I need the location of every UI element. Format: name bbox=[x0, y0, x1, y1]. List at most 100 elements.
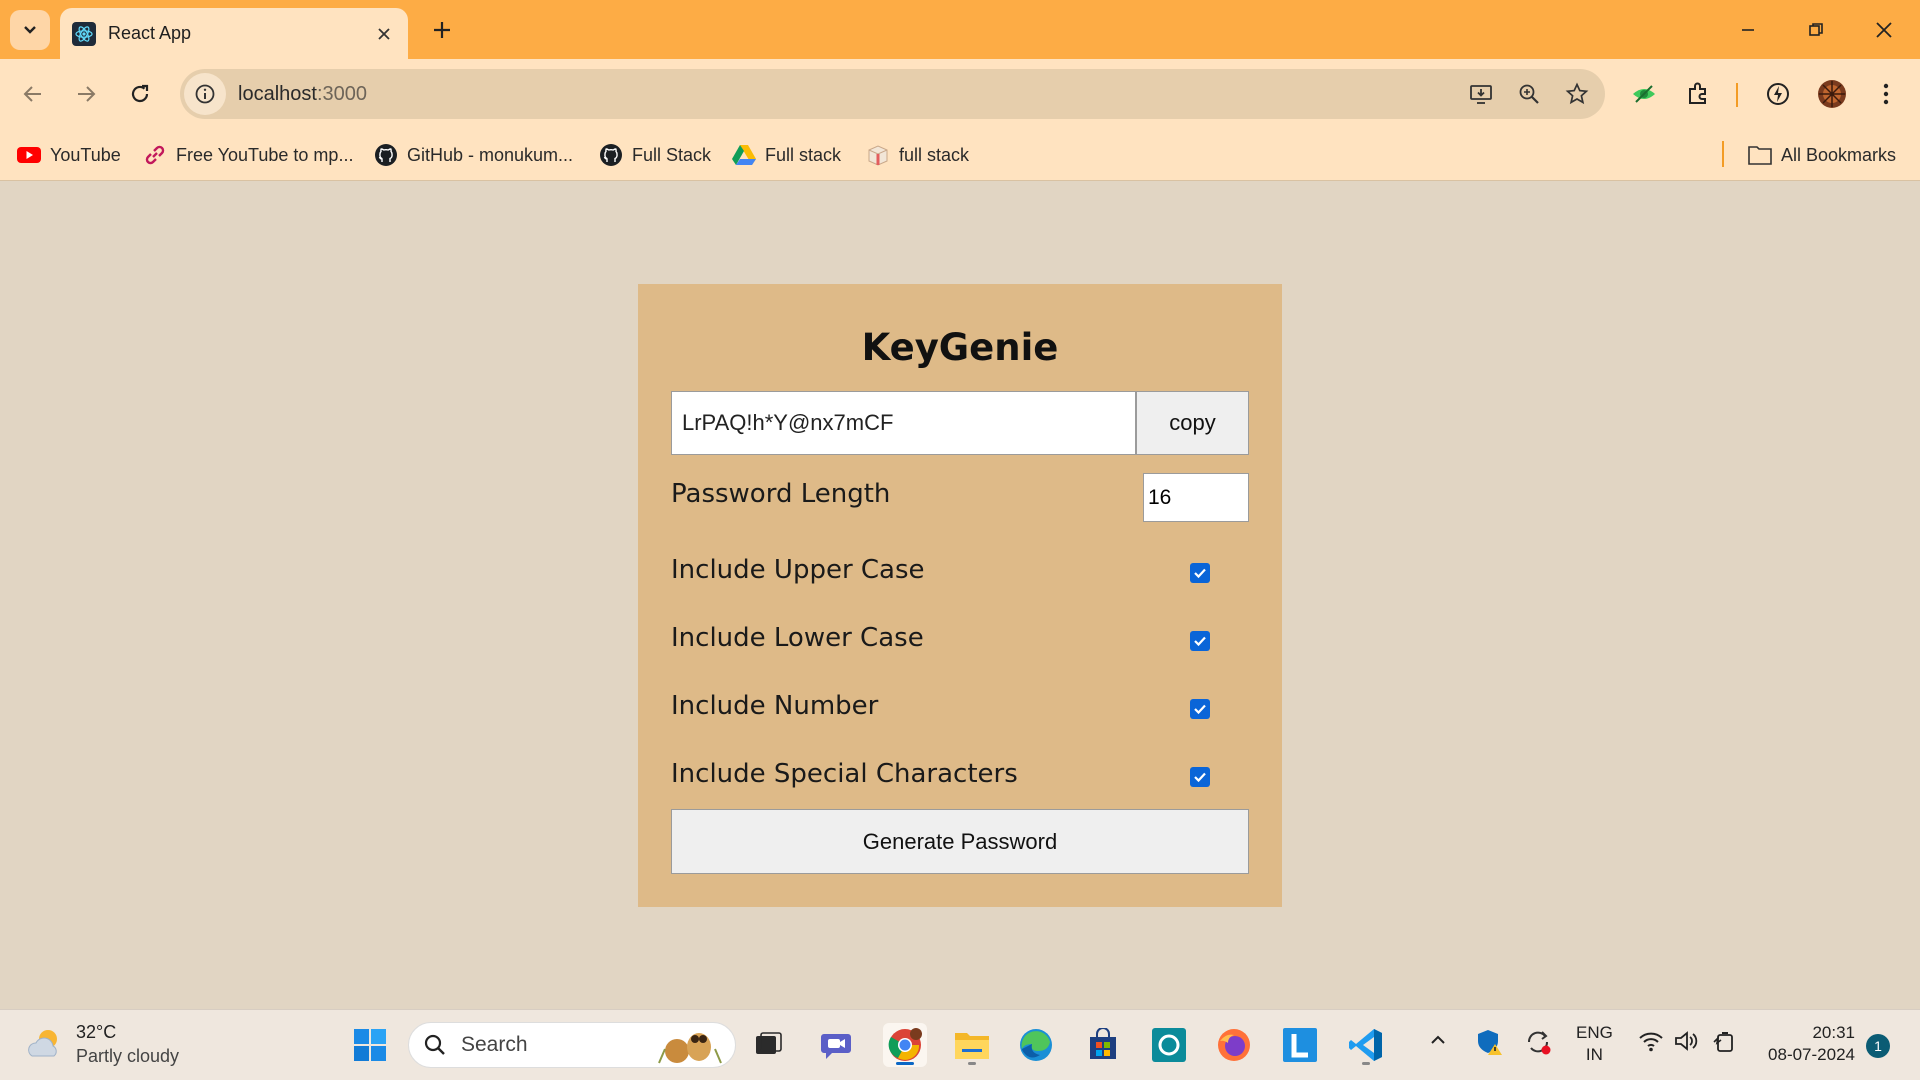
generate-password-button[interactable]: Generate Password bbox=[671, 809, 1249, 874]
sync-tray[interactable] bbox=[1524, 1028, 1552, 1056]
copy-button[interactable]: copy bbox=[1136, 391, 1249, 455]
search-icon bbox=[424, 1034, 445, 1055]
reload-button[interactable] bbox=[120, 74, 160, 114]
bookmark-label: GitHub - monukum... bbox=[407, 144, 574, 165]
password-length-label: Password Length bbox=[671, 479, 891, 509]
show-hidden-icons[interactable] bbox=[1428, 1030, 1448, 1050]
forward-button[interactable] bbox=[66, 74, 106, 114]
taskbar-edge[interactable] bbox=[1014, 1023, 1058, 1067]
menu-kebab-icon[interactable] bbox=[1866, 74, 1906, 114]
app-title: KeyGenie bbox=[861, 326, 1059, 369]
volume-icon bbox=[1675, 1031, 1698, 1051]
special-characters-checkbox[interactable] bbox=[1190, 767, 1210, 787]
bookmark-youtube-mp3[interactable]: Free YouTube to mp... bbox=[143, 141, 353, 169]
notification-badge[interactable]: 1 bbox=[1866, 1034, 1890, 1058]
browser-tab[interactable]: React App bbox=[60, 8, 408, 59]
install-app-icon[interactable] bbox=[1461, 74, 1501, 114]
taskbar-file-explorer[interactable] bbox=[950, 1023, 994, 1067]
time: 20:31 bbox=[1812, 1023, 1855, 1042]
number-checkbox[interactable] bbox=[1190, 699, 1210, 719]
browser-toolbar: localhost:3000 bbox=[0, 59, 1920, 129]
taskbar-cortana[interactable] bbox=[1147, 1023, 1191, 1067]
partly-cloudy-icon bbox=[28, 1030, 57, 1057]
taskbar-search[interactable]: Search bbox=[408, 1022, 736, 1068]
teams-chat-icon bbox=[821, 1034, 851, 1059]
close-icon bbox=[1876, 22, 1892, 38]
bookmark-star-icon[interactable] bbox=[1557, 74, 1597, 114]
google-drive-icon bbox=[732, 143, 756, 167]
bookmark-github-monukum[interactable]: GitHub - monukum... bbox=[374, 141, 573, 169]
windows-icon bbox=[354, 1029, 386, 1061]
wifi-icon bbox=[1639, 1032, 1663, 1052]
taskbar-teams[interactable] bbox=[815, 1023, 859, 1067]
bookmark-label: YouTube bbox=[50, 144, 121, 165]
task-view-icon bbox=[756, 1032, 782, 1054]
taskbar-task-view[interactable] bbox=[746, 1023, 790, 1067]
lowercase-checkbox[interactable] bbox=[1190, 631, 1210, 651]
chevron-up-icon bbox=[1431, 1035, 1445, 1044]
react-icon bbox=[72, 21, 96, 46]
firefox-icon bbox=[1218, 1029, 1250, 1061]
password-generator-card: KeyGenie LrPAQ!h*Y@nx7mCF copy Password … bbox=[638, 284, 1282, 907]
password-field[interactable]: LrPAQ!h*Y@nx7mCF bbox=[671, 391, 1136, 455]
open-indicator bbox=[1362, 1062, 1370, 1065]
plus-icon bbox=[434, 22, 450, 38]
minimize-button[interactable] bbox=[1728, 10, 1768, 50]
vscode-icon bbox=[1349, 1029, 1382, 1061]
zoom-icon[interactable] bbox=[1509, 74, 1549, 114]
bookmark-full-stack-box[interactable]: full stack bbox=[866, 141, 969, 169]
bookmark-full-stack-github[interactable]: Full Stack bbox=[599, 141, 711, 169]
all-bookmarks-button[interactable]: All Bookmarks bbox=[1748, 141, 1896, 169]
password-length-input[interactable]: 16 bbox=[1143, 473, 1249, 522]
toolbar-separator bbox=[1736, 83, 1738, 107]
performance-icon[interactable] bbox=[1758, 74, 1798, 114]
chevron-down-icon bbox=[24, 26, 36, 34]
uppercase-checkbox[interactable] bbox=[1190, 563, 1210, 583]
profile-avatar[interactable] bbox=[1812, 74, 1852, 114]
close-tab-icon[interactable] bbox=[372, 22, 396, 46]
tab-search-button[interactable] bbox=[10, 10, 50, 50]
restore-button[interactable] bbox=[1796, 10, 1836, 50]
weather-widget[interactable]: 32°C Partly cloudy bbox=[24, 1020, 179, 1068]
option-special-label: Include Special Characters bbox=[671, 759, 1018, 789]
taskbar-vscode[interactable] bbox=[1344, 1023, 1388, 1067]
arrow-left-icon bbox=[23, 86, 41, 102]
taskbar-l-app[interactable] bbox=[1278, 1023, 1322, 1067]
wifi-tray[interactable] bbox=[1638, 1030, 1664, 1052]
site-info-icon[interactable] bbox=[184, 73, 226, 115]
input-language[interactable]: ENG IN bbox=[1576, 1022, 1613, 1066]
bookmark-full-stack-drive[interactable]: Full stack bbox=[732, 141, 841, 169]
minimize-icon bbox=[1742, 29, 1754, 31]
github-icon bbox=[599, 143, 623, 167]
address-bar[interactable]: localhost:3000 bbox=[180, 69, 1605, 119]
password-value: LrPAQ!h*Y@nx7mCF bbox=[682, 410, 894, 435]
volume-tray[interactable] bbox=[1674, 1030, 1700, 1052]
github-icon bbox=[374, 143, 398, 167]
extensions-icon[interactable] bbox=[1678, 74, 1718, 114]
tab-strip: React App bbox=[0, 0, 1920, 59]
taskbar-chrome[interactable] bbox=[883, 1023, 927, 1067]
shield-warning-icon bbox=[1478, 1030, 1502, 1055]
l-app-icon bbox=[1283, 1028, 1317, 1062]
clock[interactable]: 20:31 08-07-2024 bbox=[1755, 1022, 1855, 1066]
battery-charging-icon bbox=[1713, 1032, 1733, 1052]
bookmarks-separator bbox=[1722, 141, 1724, 167]
battery-tray[interactable] bbox=[1712, 1030, 1738, 1054]
language-code: ENG bbox=[1576, 1023, 1613, 1042]
back-button[interactable] bbox=[13, 74, 53, 114]
youtube-icon bbox=[17, 143, 41, 167]
taskbar-firefox[interactable] bbox=[1212, 1023, 1256, 1067]
eye-extension-icon[interactable] bbox=[1624, 74, 1664, 114]
edge-icon bbox=[1020, 1029, 1052, 1061]
start-button[interactable] bbox=[348, 1023, 392, 1067]
taskbar: 32°C Partly cloudy Search ENG IN 20:31 0… bbox=[0, 1009, 1920, 1080]
box-icon bbox=[866, 143, 890, 167]
search-label: Search bbox=[461, 1033, 528, 1056]
date: 08-07-2024 bbox=[1768, 1045, 1855, 1064]
taskbar-store[interactable] bbox=[1081, 1023, 1125, 1067]
bookmark-youtube[interactable]: YouTube bbox=[17, 141, 121, 169]
new-tab-button[interactable] bbox=[424, 12, 460, 48]
close-window-button[interactable] bbox=[1864, 10, 1904, 50]
defender-tray[interactable] bbox=[1476, 1028, 1504, 1056]
option-number-label: Include Number bbox=[671, 691, 879, 721]
